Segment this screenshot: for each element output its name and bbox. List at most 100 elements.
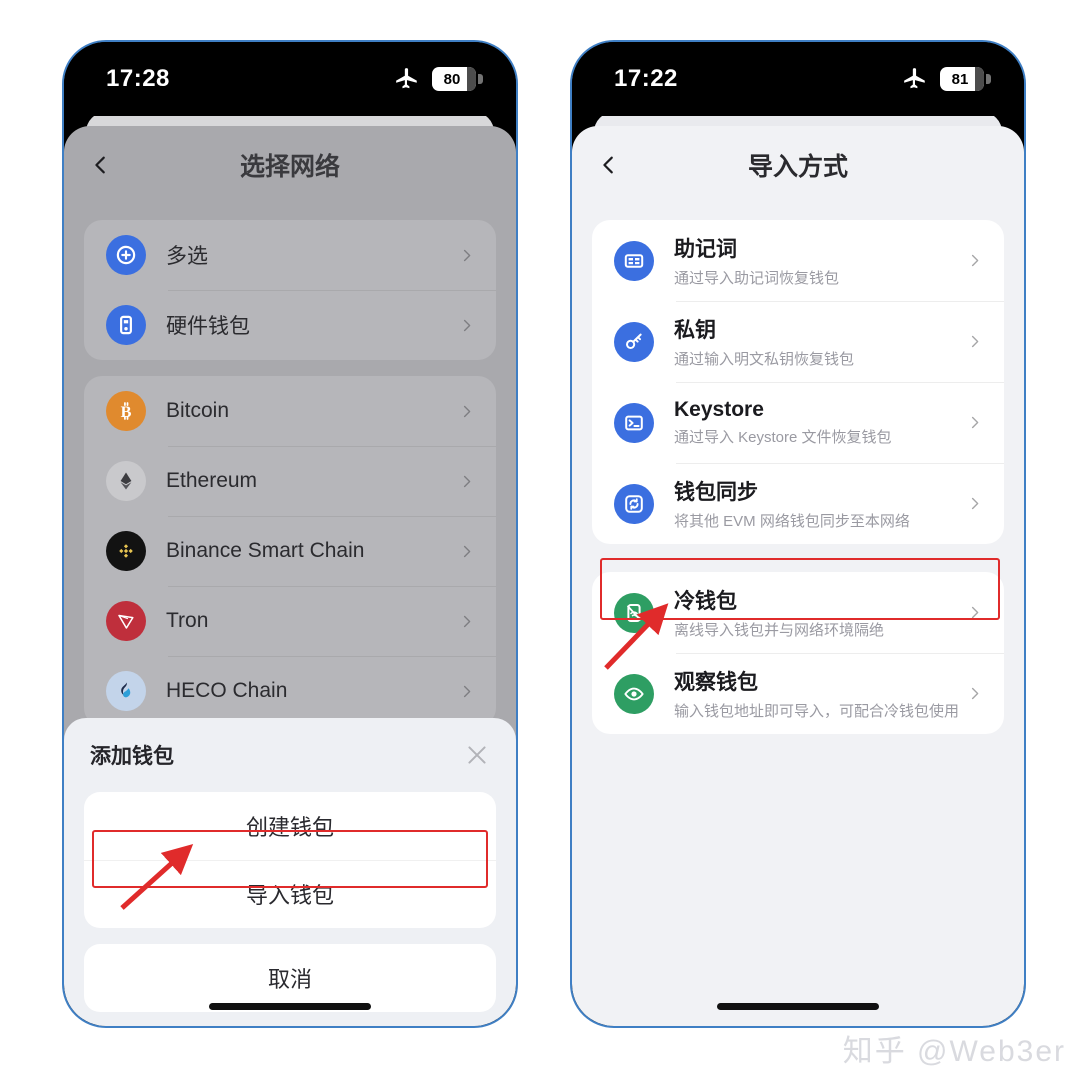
add-wallet-sheet: 添加钱包 创建钱包 导入钱包 取消 (64, 718, 516, 1026)
navbar-right: 导入方式 (572, 126, 1024, 204)
list-item-keystore[interactable]: Keystore 通过导入 Keystore 文件恢复钱包 (592, 382, 1004, 463)
list-item-title: 钱包同步 (674, 481, 758, 504)
list-item-title: 助记词 (674, 238, 737, 261)
watermark: 知乎 @Web3er (842, 1035, 1066, 1068)
mnemonic-card-icon (614, 240, 654, 281)
battery-cap (975, 67, 984, 91)
phone-right: 17:22 81 导入方式 助记词 通过导入助记词恢复钱包 私钥 通过输入明文私… (570, 40, 1026, 1028)
chevron-right-icon (463, 319, 471, 331)
status-indicators: 81 (902, 66, 991, 92)
binance-icon (106, 531, 146, 571)
eye-icon (614, 673, 654, 714)
list-item-private-key[interactable]: 私钥 通过输入明文私钥恢复钱包 (592, 301, 1004, 382)
list-item-bitcoin[interactable]: B Bitcoin (84, 376, 496, 446)
list-item-label: 硬件钱包 (166, 315, 250, 338)
network-group: B Bitcoin Ethereum Binance Smart Chain T… (84, 376, 496, 726)
chevron-right-icon (463, 249, 471, 261)
list-item-subtitle: 通过导入助记词恢复钱包 (674, 270, 840, 287)
chevron-right-icon (971, 335, 979, 348)
battery-level: 80 (443, 70, 461, 88)
list-item-texts: 助记词 通过导入助记词恢复钱包 (674, 233, 967, 288)
key-icon (614, 321, 654, 362)
list-item-subtitle: 通过输入明文私钥恢复钱包 (674, 351, 855, 368)
airplane-icon (396, 68, 417, 89)
create-wallet-button[interactable]: 创建钱包 (84, 792, 496, 860)
status-bar-right: 17:22 81 (572, 42, 1024, 116)
list-item-cold-wallet[interactable]: 冷钱包 离线导入钱包并与网络环境隔绝 (592, 572, 1004, 653)
list-item-texts: Keystore 通过导入 Keystore 文件恢复钱包 (674, 398, 967, 447)
list-item-label: 多选 (166, 245, 208, 268)
list-item-subtitle: 将其他 EVM 网络钱包同步至本网络 (674, 513, 910, 530)
cancel-button[interactable]: 取消 (84, 944, 496, 1012)
airplane-icon (904, 68, 925, 89)
list-item-texts: 冷钱包 离线导入钱包并与网络环境隔绝 (674, 585, 967, 640)
battery-indicator: 81 (940, 67, 991, 91)
list-item-binance-smart-chain[interactable]: Binance Smart Chain (84, 516, 496, 586)
chevron-right-icon (971, 254, 979, 267)
screenshot-stage: 17:28 80 选择网络 多选 硬件钱包 B Bitcoin Ethereum… (0, 0, 1080, 1080)
chevron-right-icon (971, 606, 979, 619)
list-item-label: HECO Chain (166, 679, 288, 702)
chevron-right-icon (463, 405, 471, 417)
ethereum-icon (106, 461, 146, 501)
sync-icon (614, 483, 654, 524)
chevron-left-icon[interactable] (598, 154, 620, 176)
offline-wallet-group: 冷钱包 离线导入钱包并与网络环境隔绝 观察钱包 输入钱包地址即可导入，可配合冷钱… (592, 572, 1004, 734)
status-bar-left: 17:28 80 (64, 42, 516, 116)
chevron-right-icon (463, 475, 471, 487)
screen-left: 选择网络 多选 硬件钱包 B Bitcoin Ethereum Binance … (64, 126, 516, 1026)
list-item-multi-select[interactable]: 多选 (84, 220, 496, 290)
battery-cap (467, 67, 476, 91)
tron-icon (106, 601, 146, 641)
list-item-texts: 观察钱包 输入钱包地址即可导入，可配合冷钱包使用 (674, 666, 967, 721)
list-item-mnemonic[interactable]: 助记词 通过导入助记词恢复钱包 (592, 220, 1004, 301)
list-item-label: Binance Smart Chain (166, 539, 365, 562)
cold-wallet-icon (614, 592, 654, 633)
chevron-right-icon (463, 615, 471, 627)
import-methods-group: 助记词 通过导入助记词恢复钱包 私钥 通过输入明文私钥恢复钱包 Keystore… (592, 220, 1004, 544)
list-item-title: Keystore (674, 398, 764, 421)
sheet-title: 添加钱包 (90, 745, 174, 768)
list-item-label: Tron (166, 609, 209, 632)
status-time: 17:28 (106, 65, 170, 92)
list-item-heco-chain[interactable]: HECO Chain (84, 656, 496, 726)
import-wallet-button[interactable]: 导入钱包 (84, 860, 496, 928)
list-item-title: 冷钱包 (674, 590, 737, 613)
chevron-right-icon (971, 687, 979, 700)
chevron-right-icon (971, 497, 979, 510)
status-indicators: 80 (394, 66, 483, 92)
multi-select-icon (106, 235, 146, 275)
screen-right: 导入方式 助记词 通过导入助记词恢复钱包 私钥 通过输入明文私钥恢复钱包 Key… (572, 126, 1024, 1026)
list-item-ethereum[interactable]: Ethereum (84, 446, 496, 516)
list-item-wallet-sync[interactable]: 钱包同步 将其他 EVM 网络钱包同步至本网络 (592, 463, 1004, 544)
battery-level: 81 (951, 70, 969, 88)
hardware-wallet-icon (106, 305, 146, 345)
navbar-left: 选择网络 (64, 126, 516, 204)
chevron-right-icon (463, 545, 471, 557)
sheet-cancel-block: 取消 (84, 944, 496, 1012)
battery-indicator: 80 (432, 67, 483, 91)
page-title: 导入方式 (747, 153, 848, 181)
heco-icon (106, 671, 146, 711)
list-item-title: 私钥 (674, 319, 716, 342)
list-item-watch-wallet[interactable]: 观察钱包 输入钱包地址即可导入，可配合冷钱包使用 (592, 653, 1004, 734)
list-item-texts: 钱包同步 将其他 EVM 网络钱包同步至本网络 (674, 476, 967, 531)
list-item-label: Bitcoin (166, 399, 230, 422)
chevron-right-icon (971, 416, 979, 429)
bitcoin-icon: B (106, 391, 146, 431)
list-item-subtitle: 离线导入钱包并与网络环境隔绝 (674, 622, 885, 639)
list-item-label: Ethereum (166, 469, 258, 492)
svg-text:B: B (121, 403, 132, 421)
list-item-hardware-wallet[interactable]: 硬件钱包 (84, 290, 496, 360)
terminal-icon (614, 402, 654, 443)
list-item-texts: 私钥 通过输入明文私钥恢复钱包 (674, 314, 967, 369)
list-item-subtitle: 通过导入 Keystore 文件恢复钱包 (674, 429, 892, 446)
home-indicator (209, 1003, 371, 1010)
sheet-header: 添加钱包 (64, 718, 516, 792)
list-item-subtitle: 输入钱包地址即可导入，可配合冷钱包使用 (674, 703, 960, 720)
list-item-tron[interactable]: Tron (84, 586, 496, 656)
sheet-primary-actions: 创建钱包 导入钱包 (84, 792, 496, 928)
chevron-left-icon[interactable] (90, 154, 112, 176)
close-icon[interactable] (464, 742, 490, 768)
home-indicator (717, 1003, 879, 1010)
